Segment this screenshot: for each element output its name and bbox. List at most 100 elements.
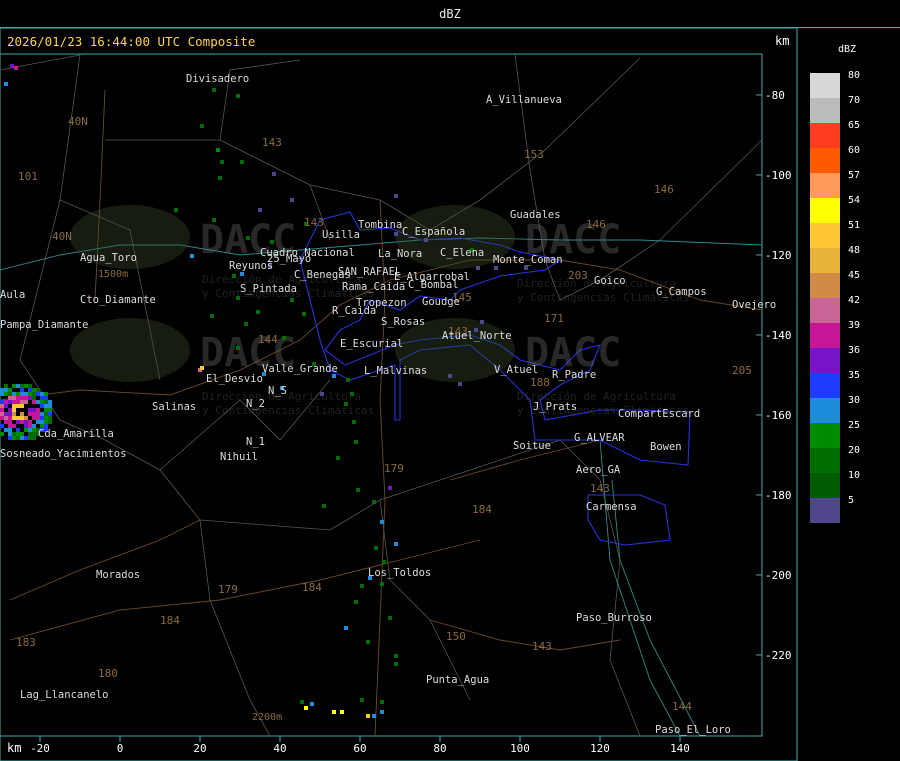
place-label: Tombina: [358, 219, 402, 231]
echo-pixel: [40, 396, 44, 400]
route-label: 184: [472, 503, 492, 516]
echo-pixel: [12, 404, 16, 408]
place-label: Pampa_Diamante: [0, 319, 89, 331]
echo-pixel: [394, 654, 398, 658]
echo-pixel: [28, 384, 32, 388]
echo-pixel: [394, 662, 398, 666]
place-label: Goudge: [422, 296, 460, 308]
y-tick-label: -200: [765, 569, 792, 582]
echo-pixel: [8, 428, 12, 432]
rivers: [0, 237, 763, 737]
legend-value: 42: [848, 295, 860, 306]
echo-pixel: [44, 396, 48, 400]
echo-pixel: [20, 432, 24, 436]
echo-pixel: [12, 412, 16, 416]
echo-pixel: [8, 432, 12, 436]
legend-value: 35: [848, 370, 860, 381]
route-label: 179: [218, 583, 238, 596]
echo-pixel: [28, 432, 32, 436]
route-label: 180: [98, 667, 118, 680]
echo-pixel: [32, 436, 36, 440]
legend-swatch: [810, 123, 840, 148]
echo-pixel: [24, 384, 28, 388]
legend-swatch: [810, 373, 840, 398]
echo-pixel: [40, 392, 44, 396]
legend-swatch: [810, 323, 840, 348]
echo-pixel: [36, 400, 40, 404]
legend-swatch: [810, 73, 840, 98]
echo-pixel: [12, 384, 16, 388]
svg-text:y Contingencias Climáticas: y Contingencias Climáticas: [202, 404, 374, 417]
echo-pixel: [310, 702, 314, 706]
echo-pixel: [44, 408, 48, 412]
radar-map[interactable]: DACC Dirección de Agricultura y Continge…: [0, 0, 900, 761]
place-label: Paso_Burroso: [576, 612, 652, 624]
legend-value: 30: [848, 395, 860, 406]
echo-pixel: [236, 94, 240, 98]
echo-pixel: [12, 392, 16, 396]
echo-pixel: [4, 428, 8, 432]
echo-pixel: [12, 396, 16, 400]
echo-pixel: [12, 400, 16, 404]
place-label: Goico: [594, 275, 626, 287]
y-tick-label: -120: [765, 249, 792, 262]
legend-swatch: [810, 473, 840, 498]
route-label: 184: [302, 581, 322, 594]
legend-swatch: [810, 498, 840, 523]
place-label: Atuel_Norte: [442, 330, 512, 342]
echo-pixel: [232, 274, 236, 278]
place-label: Aula: [0, 289, 25, 301]
echo-pixel: [20, 396, 24, 400]
echo-pixel: [24, 420, 28, 424]
echo-pixel: [494, 266, 498, 270]
echo-pixel: [380, 700, 384, 704]
echo-pixel: [0, 408, 4, 412]
x-tick-label: 120: [590, 742, 610, 755]
place-label: E_Escurial: [340, 338, 403, 350]
echo-pixel: [10, 64, 14, 68]
echo-pixel: [290, 198, 294, 202]
echo-pixel: [8, 412, 12, 416]
echo-pixel: [0, 404, 4, 408]
place-label: C_Española: [402, 226, 465, 238]
legend-value: 45: [848, 270, 860, 281]
echo-pixel: [8, 400, 12, 404]
echo-pixel: [20, 420, 24, 424]
x-tick-label: 40: [273, 742, 286, 755]
echo-pixel: [480, 320, 484, 324]
echo-pixel: [0, 432, 4, 436]
place-label: R_Caida: [332, 305, 376, 317]
legend-value: 48: [848, 245, 860, 256]
echo-pixel: [304, 706, 308, 710]
echo-pixel: [356, 488, 360, 492]
elevation-label: 2200m: [252, 712, 282, 723]
echo-pixel: [4, 420, 8, 424]
echo-pixel: [28, 428, 32, 432]
echo-pixel: [300, 700, 304, 704]
x-axis-ticks: -20 0 20 40 60 80 100 120 140: [30, 736, 690, 755]
x-tick-label: 80: [433, 742, 446, 755]
echo-pixel: [4, 392, 8, 396]
echo-pixel: [4, 388, 8, 392]
echo-pixel: [354, 600, 358, 604]
echo-pixel: [424, 238, 428, 242]
echo-pixel: [360, 698, 364, 702]
echo-pixel: [394, 232, 398, 236]
place-label: J_Prats: [533, 401, 577, 413]
echo-pixel: [174, 208, 178, 212]
route-label: 40N: [68, 115, 88, 128]
echo-pixel: [36, 388, 40, 392]
echo-pixel: [48, 400, 52, 404]
echo-pixel: [366, 640, 370, 644]
place-label: Cda_Amarilla: [38, 428, 114, 440]
echo-pixel: [24, 400, 28, 404]
route-label: 143: [304, 216, 324, 229]
route-label: 40N: [52, 230, 72, 243]
place-label: Usilla: [322, 229, 360, 241]
echo-pixel: [0, 416, 4, 420]
echo-pixel: [32, 388, 36, 392]
place-label: Los_Toldos: [368, 567, 431, 579]
route-label: 188: [530, 376, 550, 389]
echo-pixel: [12, 408, 16, 412]
echo-pixel: [220, 160, 224, 164]
